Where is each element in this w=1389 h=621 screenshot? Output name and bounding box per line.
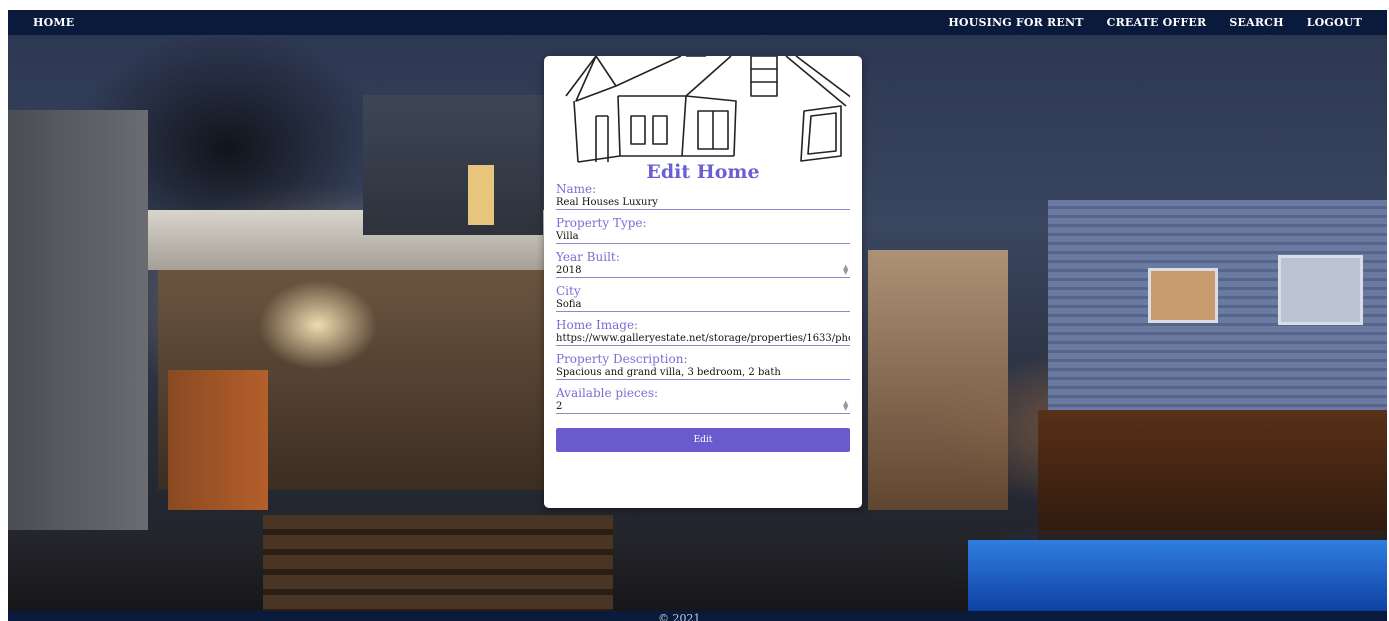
background-window xyxy=(1278,255,1363,325)
background-window xyxy=(468,165,494,225)
year-built-field: Year Built: 2018 ▲ ▼ xyxy=(556,250,850,278)
background-stairs xyxy=(263,515,613,615)
background-window xyxy=(1148,268,1218,323)
edit-home-card: Edit Home Name: Real Houses Luxury Prope… xyxy=(544,56,862,508)
nav-housing-for-rent-link[interactable]: HOUSING FOR RENT xyxy=(948,16,1083,29)
nav-create-offer-link[interactable]: CREATE OFFER xyxy=(1107,16,1207,29)
background-wood-wall xyxy=(168,370,268,510)
number-spinner-icon[interactable]: ▲ ▼ xyxy=(843,264,850,276)
property-type-field: Property Type: Villa xyxy=(556,216,850,244)
top-navbar: HOME HOUSING FOR RENT CREATE OFFER SEARC… xyxy=(8,10,1387,35)
home-image-label: Home Image: xyxy=(556,318,639,332)
nav-logout-link[interactable]: LOGOUT xyxy=(1307,16,1362,29)
year-built-input-value: 2018 xyxy=(556,265,582,276)
background-glass-room xyxy=(868,250,1008,510)
name-input[interactable]: Real Houses Luxury xyxy=(556,196,850,210)
home-image-field: Home Image: https://www.galleryestate.ne… xyxy=(556,318,850,346)
city-label: City xyxy=(556,284,581,298)
copyright-text: © 2021 xyxy=(658,612,701,621)
background-pool xyxy=(968,540,1387,620)
available-pieces-input-value: 2 xyxy=(556,401,563,412)
background-lower-wall xyxy=(1038,410,1387,540)
edit-home-form: Name: Real Houses Luxury Property Type: … xyxy=(556,182,850,452)
property-type-input[interactable]: Villa xyxy=(556,230,850,244)
footer: © 2021 xyxy=(8,611,1387,621)
home-image-input-value: https://www.galleryestate.net/storage/pr… xyxy=(556,333,850,344)
property-description-input[interactable]: Spacious and grand villa, 3 bedroom, 2 b… xyxy=(556,366,850,380)
city-input[interactable]: Sofia xyxy=(556,298,850,312)
property-type-input-value: Villa xyxy=(556,231,579,242)
background-light xyxy=(258,280,378,370)
name-field: Name: Real Houses Luxury xyxy=(556,182,850,210)
property-type-label: Property Type: xyxy=(556,216,647,230)
available-pieces-input[interactable]: 2 ▲ ▼ xyxy=(556,400,850,414)
year-built-input[interactable]: 2018 ▲ ▼ xyxy=(556,264,850,278)
nav-home-link[interactable]: HOME xyxy=(33,16,74,29)
property-description-input-value: Spacious and grand villa, 3 bedroom, 2 b… xyxy=(556,367,781,378)
property-description-label: Property Description: xyxy=(556,352,688,366)
number-spinner-icon[interactable]: ▲ ▼ xyxy=(843,400,850,412)
year-built-label: Year Built: xyxy=(556,250,620,264)
edit-submit-button[interactable]: Edit xyxy=(556,428,850,452)
nav-right-group: HOUSING FOR RENT CREATE OFFER SEARCH LOG… xyxy=(948,16,1362,29)
background-tower xyxy=(363,95,543,235)
form-title: Edit Home xyxy=(646,161,760,183)
home-image-input[interactable]: https://www.galleryestate.net/storage/pr… xyxy=(556,332,850,346)
available-pieces-field: Available pieces: 2 ▲ ▼ xyxy=(556,386,850,414)
available-pieces-label: Available pieces: xyxy=(556,386,659,400)
name-label: Name: xyxy=(556,182,597,196)
property-description-field: Property Description: Spacious and grand… xyxy=(556,352,850,380)
name-input-value: Real Houses Luxury xyxy=(556,197,658,208)
nav-search-link[interactable]: SEARCH xyxy=(1229,16,1283,29)
city-field: City Sofia xyxy=(556,284,850,312)
city-input-value: Sofia xyxy=(556,299,582,310)
background-wall xyxy=(8,110,148,530)
house-sketch-icon xyxy=(565,56,850,163)
